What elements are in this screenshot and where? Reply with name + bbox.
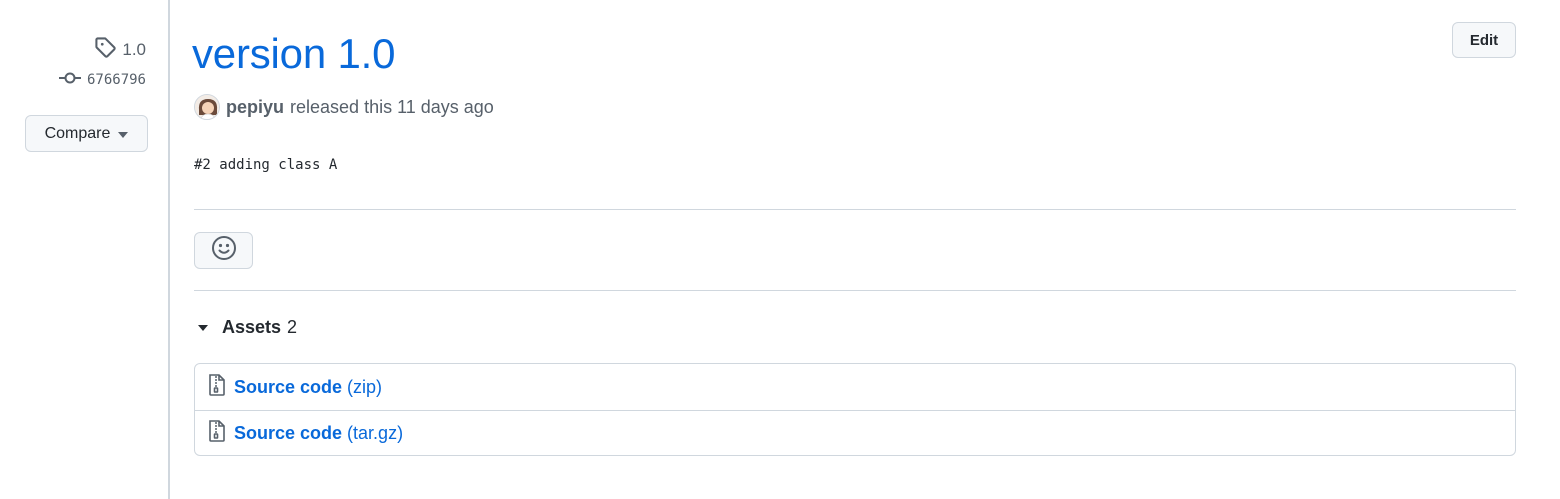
commit-sha: 6766796 xyxy=(86,72,146,88)
add-reaction-button[interactable] xyxy=(194,232,253,269)
asset-label: Source code xyxy=(234,423,343,443)
list-item: Source code (tar.gz) xyxy=(195,410,1515,456)
edit-button[interactable]: Edit xyxy=(1452,22,1516,58)
release-title[interactable]: version 1.0 xyxy=(192,30,395,78)
assets-title: Assets xyxy=(222,317,282,337)
release-sidebar: 1.0 6766796 Compare xyxy=(0,0,170,499)
tag-icon xyxy=(94,36,117,63)
tag-link[interactable]: 1.0 xyxy=(94,36,146,63)
commit-link[interactable]: 6766796 xyxy=(58,71,146,89)
author-link[interactable]: pepiyu xyxy=(226,97,284,118)
asset-ext[interactable]: (tar.gz) xyxy=(347,423,403,444)
asset-link-zip[interactable]: Source code xyxy=(234,377,342,398)
assets-count: 2 xyxy=(287,317,298,337)
git-commit-icon xyxy=(58,71,81,89)
asset-ext[interactable]: (zip) xyxy=(347,377,382,398)
divider xyxy=(194,209,1516,210)
assets-toggle[interactable]: Assets 2 xyxy=(198,317,297,338)
compare-button-label: Compare xyxy=(44,124,111,142)
release-byline: pepiyu released this 11 days ago xyxy=(194,94,494,120)
file-zip-icon xyxy=(208,420,226,447)
avatar[interactable] xyxy=(194,94,220,120)
asset-label: Source code xyxy=(234,376,343,397)
triangle-down-icon xyxy=(198,324,208,331)
assets-list: Source code (zip) Source code (tar.gz) xyxy=(194,363,1516,456)
compare-button[interactable]: Compare xyxy=(25,115,148,152)
divider xyxy=(194,290,1516,291)
chevron-down-icon xyxy=(118,131,129,138)
tag-label: 1.0 xyxy=(122,39,146,59)
smiley-icon xyxy=(211,235,237,266)
asset-link-targz[interactable]: Source code xyxy=(234,423,342,444)
release-card: version 1.0 Edit pepiyu released this 11… xyxy=(192,0,1516,499)
file-zip-icon xyxy=(208,373,226,401)
released-text: released this 11 days ago xyxy=(290,96,494,117)
release-notes: #2 adding class A xyxy=(194,157,338,173)
list-item: Source code (zip) xyxy=(195,364,1515,410)
